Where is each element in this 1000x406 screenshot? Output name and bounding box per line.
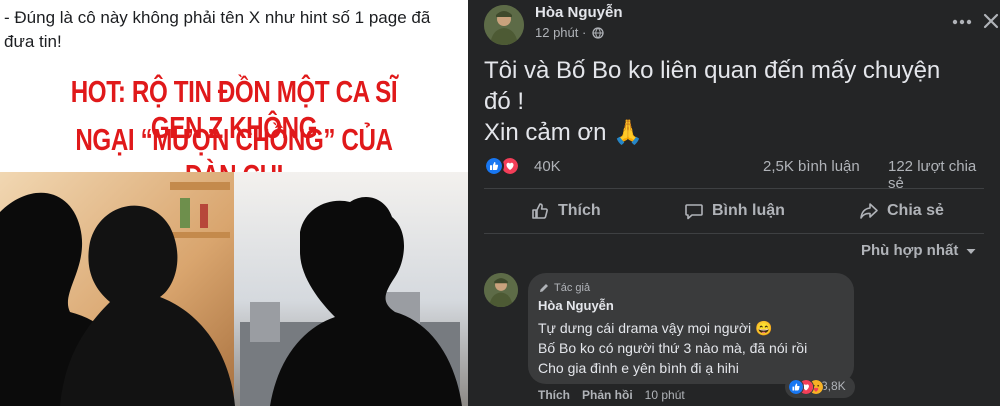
divider [484, 188, 984, 189]
like-reaction-icon [788, 379, 804, 395]
commenter-avatar[interactable] [484, 273, 518, 307]
pencil-icon [540, 284, 548, 292]
author-avatar[interactable] [484, 5, 524, 45]
reactions-summary[interactable]: 40K 2,5K bình luận 122 lượt chia sẻ [484, 156, 984, 192]
like-button[interactable]: Thích [530, 193, 601, 229]
divider [484, 233, 984, 234]
comment-bubble: Tác giả Hòa Nguyễn Tự dưng cái drama vậy… [528, 273, 854, 384]
post-time[interactable]: 12 phút · [535, 25, 586, 40]
comment-reaction-count: 3,8K [821, 379, 846, 393]
comment-like-link[interactable]: Thích [538, 388, 570, 402]
author-badge-label: Tác giả [554, 282, 591, 294]
author-badge: Tác giả [538, 282, 590, 294]
sort-label: Phù hợp nhất [861, 242, 959, 259]
share-icon [860, 203, 878, 219]
post-text-line: Tôi và Bố Bo ko liên quan đến mấy chuyện [484, 57, 941, 84]
comment-count[interactable]: 2,5K bình luận [763, 158, 860, 175]
post-text-line: Xin cảm ơn 🙏 [484, 119, 643, 146]
like-reaction-icon [484, 156, 504, 176]
comment-sort-dropdown[interactable]: Phù hợp nhất [861, 242, 978, 259]
share-button[interactable]: Chia sẻ [859, 193, 944, 229]
comment-time[interactable]: 10 phút [645, 388, 685, 402]
share-button-label: Chia sẻ [887, 202, 944, 219]
facebook-post-panel: Hòa Nguyễn 12 phút · Tôi và Bố Bo ko liê… [468, 0, 1000, 406]
comment-icon [685, 204, 703, 220]
caret-down-icon [966, 248, 976, 254]
close-icon[interactable] [980, 10, 1000, 32]
reaction-count[interactable]: 40K [534, 158, 561, 175]
post-text-line: đó ! [484, 88, 525, 115]
left-post-caption: - Đúng là cô này không phải tên X như hi… [4, 8, 431, 51]
author-name[interactable]: Hòa Nguyễn [535, 4, 623, 21]
comment-reactions-summary[interactable]: 3,8K [785, 376, 855, 398]
comment-button[interactable]: Bình luận [684, 193, 785, 229]
comment-reply-link[interactable]: Phản hồi [582, 388, 633, 402]
news-banner: HOT: RỘ TIN ĐỒN MỘT CA SĨ GEN Z KHÔNG NG… [0, 66, 468, 193]
comment-text-line: Bố Bo ko có người thứ 3 nào mà, đã nói r… [538, 340, 808, 356]
thumbs-up-icon [532, 203, 548, 219]
more-options-icon[interactable] [950, 10, 974, 34]
post-text: Tôi và Bố Bo ko liên quan đến mấy chuyện… [484, 55, 984, 148]
comment-text-line: Cho gia đình e yên bình đi ạ hihi [538, 360, 739, 376]
comment-text: Tự dưng cái drama vậy mọi người 😄 Bố Bo … [538, 318, 848, 378]
share-count[interactable]: 122 lượt chia sẻ [888, 158, 984, 192]
left-post-panel: - Đúng là cô này không phải tên X như hi… [0, 0, 468, 406]
comment-button-label: Bình luận [712, 202, 785, 219]
like-button-label: Thích [558, 202, 601, 219]
comment-text-line: Tự dưng cái drama vậy mọi người 😄 [538, 320, 773, 336]
globe-icon [592, 27, 604, 39]
comment-actions: Thích Phản hồi 10 phút [538, 388, 685, 402]
comment-author-name[interactable]: Hòa Nguyễn [538, 298, 614, 313]
silhouette-photo [0, 172, 468, 406]
